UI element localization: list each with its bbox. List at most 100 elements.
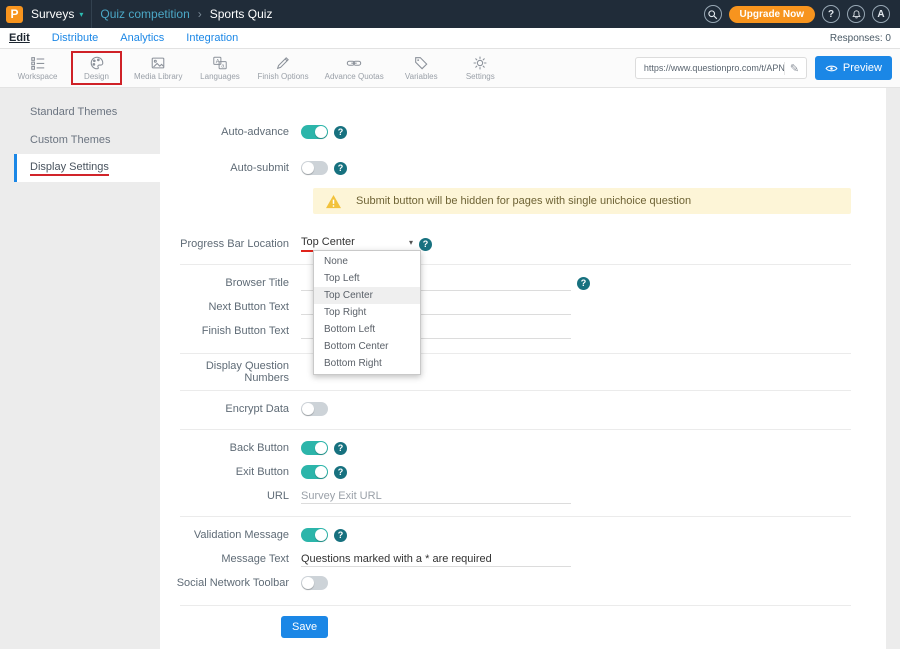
dropdown-option-bottom-right[interactable]: Bottom Right: [314, 355, 420, 372]
avatar[interactable]: A: [872, 5, 890, 23]
survey-url-input[interactable]: [644, 63, 784, 73]
sidebar-item-display-settings[interactable]: Display Settings: [14, 154, 160, 182]
help-icon[interactable]: ?: [334, 529, 347, 542]
help-icon[interactable]: ?: [334, 442, 347, 455]
toolbar-item-media-library[interactable]: Media Library: [132, 53, 184, 83]
toolbar-item-label: Languages: [200, 72, 240, 81]
browser-title-label: Browser Title: [160, 277, 301, 289]
progress-bar-location-label: Progress Bar Location: [160, 238, 301, 250]
next-button-text-label: Next Button Text: [160, 301, 301, 313]
auto-submit-row: Auto-submit ?: [160, 156, 886, 180]
toolbar-item-languages[interactable]: A a Languages: [196, 53, 243, 83]
toolbar-item-label: Workspace: [18, 72, 58, 81]
sidebar-item-custom-themes[interactable]: Custom Themes: [14, 126, 160, 154]
responses-count[interactable]: Responses: 0: [830, 33, 891, 44]
back-button-label: Back Button: [160, 442, 301, 454]
divider: [180, 516, 851, 517]
divider: [180, 390, 851, 391]
submit-hidden-warning: Submit button will be hidden for pages w…: [313, 188, 851, 214]
help-icon[interactable]: ?: [334, 162, 347, 175]
validation-message-row: Validation Message ?: [160, 523, 886, 547]
message-text-input[interactable]: [301, 552, 571, 567]
divider: [91, 0, 92, 28]
divider: [180, 353, 851, 354]
display-settings-panel: Auto-advance ? Auto-submit ? Submit butt…: [160, 88, 886, 649]
search-icon[interactable]: [704, 5, 722, 23]
exit-button-label: Exit Button: [160, 466, 301, 478]
browser-title-row: Browser Title ?: [160, 271, 886, 295]
toolbar-item-variables[interactable]: Variables: [398, 53, 445, 83]
auto-submit-toggle[interactable]: [301, 161, 328, 175]
preview-label: Preview: [843, 62, 882, 74]
encrypt-data-row: Encrypt Data: [160, 397, 886, 421]
toolbar-item-label: Advance Quotas: [325, 72, 384, 81]
social-network-toolbar-row: Social Network Toolbar: [160, 571, 886, 595]
finish-button-text-label: Finish Button Text: [160, 325, 301, 337]
validation-message-toggle[interactable]: [301, 528, 328, 542]
dropdown-option-bottom-center[interactable]: Bottom Center: [314, 338, 420, 355]
help-icon[interactable]: ?: [419, 238, 432, 251]
preview-button[interactable]: Preview: [815, 56, 892, 80]
edit-url-pencil-icon[interactable]: ✎: [784, 62, 799, 75]
auto-advance-label: Auto-advance: [160, 126, 301, 138]
settings-gear-icon: [472, 55, 488, 71]
display-question-numbers-row: Display Question Numbers: [160, 360, 886, 384]
dropdown-option-top-center[interactable]: Top Center: [314, 287, 420, 304]
toolbar-item-design[interactable]: Design: [73, 53, 120, 83]
message-text-row: Message Text: [160, 547, 886, 571]
breadcrumb-separator: ›: [198, 7, 202, 21]
tab-analytics[interactable]: Analytics: [120, 32, 164, 44]
help-icon[interactable]: ?: [334, 126, 347, 139]
encrypt-data-toggle[interactable]: [301, 402, 328, 416]
sidebar-item-label: Display Settings: [30, 161, 109, 176]
social-network-toolbar-label: Social Network Toolbar: [160, 577, 301, 589]
breadcrumb-parent[interactable]: Quiz competition: [100, 7, 189, 21]
design-sidebar: Standard Themes Custom Themes Display Se…: [14, 88, 160, 182]
finish-button-text-row: Finish Button Text: [160, 319, 886, 343]
social-network-toolbar-toggle[interactable]: [301, 576, 328, 590]
dropdown-option-top-left[interactable]: Top Left: [314, 270, 420, 287]
back-button-row: Back Button ?: [160, 436, 886, 460]
warning-triangle-icon: [325, 194, 342, 209]
sidebar-item-label: Standard Themes: [30, 106, 117, 118]
validation-message-label: Validation Message: [160, 529, 301, 541]
variables-tag-icon: [413, 55, 429, 71]
dropdown-option-top-right[interactable]: Top Right: [314, 304, 420, 321]
finish-options-pencil-icon: [275, 55, 291, 71]
notifications-bell-icon[interactable]: [847, 5, 865, 23]
progress-bar-location-dropdown: None Top Left Top Center Top Right Botto…: [313, 250, 421, 375]
svg-text:A: A: [216, 59, 220, 65]
exit-url-input[interactable]: [301, 489, 571, 504]
save-button[interactable]: Save: [281, 616, 328, 638]
tab-edit[interactable]: Edit: [9, 32, 30, 44]
help-icon[interactable]: ?: [577, 277, 590, 290]
help-icon[interactable]: ?: [334, 466, 347, 479]
sidebar-item-standard-themes[interactable]: Standard Themes: [14, 98, 160, 126]
chevron-down-icon: ▾: [409, 238, 413, 247]
toolbar-item-finish-options[interactable]: Finish Options: [255, 53, 310, 83]
dropdown-option-none[interactable]: None: [314, 253, 420, 270]
toolbar-item-settings[interactable]: Settings: [457, 53, 504, 83]
chevron-down-icon: ▾: [79, 10, 83, 19]
back-button-toggle[interactable]: [301, 441, 328, 455]
toolbar-item-label: Media Library: [134, 72, 182, 81]
dropdown-option-bottom-left[interactable]: Bottom Left: [314, 321, 420, 338]
help-circle-icon[interactable]: ?: [822, 5, 840, 23]
exit-url-label: URL: [160, 490, 301, 502]
upgrade-now-button[interactable]: Upgrade Now: [729, 6, 815, 23]
design-palette-icon: [89, 55, 105, 71]
advance-quotas-link-icon: [346, 55, 362, 71]
exit-button-row: Exit Button ?: [160, 460, 886, 484]
eye-icon: [825, 64, 838, 73]
languages-icon: A a: [212, 55, 228, 71]
toolbar-item-workspace[interactable]: Workspace: [14, 53, 61, 83]
toolbar-item-label: Finish Options: [257, 72, 308, 81]
tab-distribute[interactable]: Distribute: [52, 32, 98, 44]
toolbar-item-advance-quotas[interactable]: Advance Quotas: [323, 53, 386, 83]
survey-url-box: ✎: [635, 57, 807, 79]
exit-button-toggle[interactable]: [301, 465, 328, 479]
surveys-menu[interactable]: Surveys ▾: [31, 7, 83, 21]
toolbar-item-label: Design: [84, 72, 109, 81]
tab-integration[interactable]: Integration: [186, 32, 238, 44]
auto-advance-toggle[interactable]: [301, 125, 328, 139]
